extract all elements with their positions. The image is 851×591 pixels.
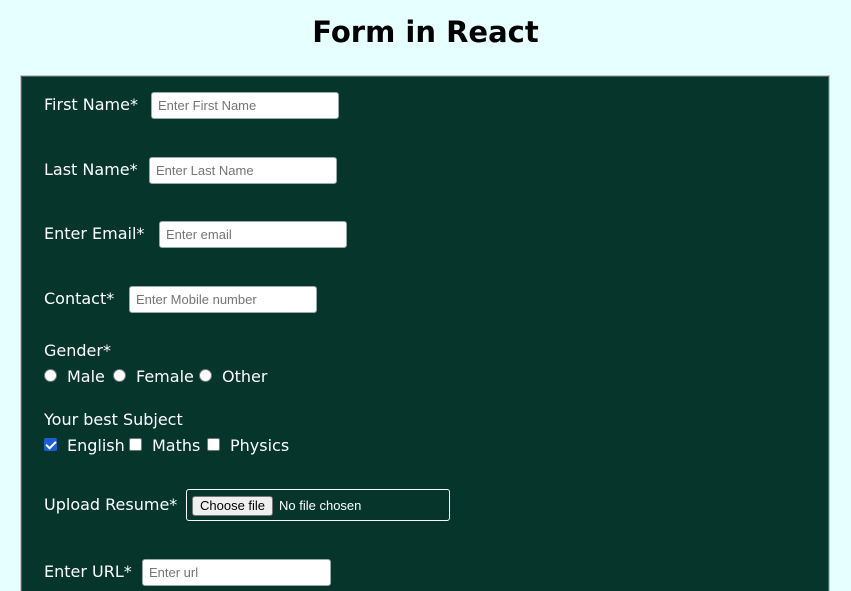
email-label: Enter Email*	[44, 224, 145, 243]
resume-file-input[interactable]: Choose file No file chosen	[186, 489, 450, 521]
email-input[interactable]	[159, 221, 347, 248]
gender-other-radio[interactable]	[199, 369, 212, 382]
gender-label: Gender*	[44, 341, 111, 360]
gender-male-label: Male	[67, 367, 105, 386]
contact-label: Contact*	[44, 289, 115, 308]
first-name-label: First Name*	[44, 95, 138, 114]
gender-male-radio[interactable]	[44, 369, 57, 382]
subject-english-label: English	[67, 436, 125, 455]
choose-file-button[interactable]: Choose file	[192, 496, 274, 516]
url-label: Enter URL*	[44, 562, 132, 581]
subject-maths-label: Maths	[152, 436, 201, 455]
form-panel: First Name* Last Name* Enter Email* Cont…	[20, 75, 830, 591]
url-input[interactable]	[142, 559, 331, 586]
last-name-input[interactable]	[149, 157, 337, 184]
subject-label: Your best Subject	[44, 410, 183, 429]
last-name-label: Last Name*	[44, 160, 138, 179]
subject-english-checkbox[interactable]	[44, 438, 57, 451]
gender-female-radio[interactable]	[113, 369, 126, 382]
gender-other-label: Other	[222, 367, 268, 386]
first-name-input[interactable]	[151, 92, 339, 119]
file-status: No file chosen	[279, 498, 362, 513]
subject-maths-checkbox[interactable]	[129, 438, 142, 451]
gender-female-label: Female	[136, 367, 194, 386]
page: Form in React First Name* Last Name* Ent…	[0, 0, 851, 591]
subject-physics-checkbox[interactable]	[207, 438, 220, 451]
page-title: Form in React	[312, 15, 539, 49]
subject-physics-label: Physics	[230, 436, 290, 455]
resume-label: Upload Resume*	[44, 495, 178, 514]
contact-input[interactable]	[129, 286, 317, 313]
